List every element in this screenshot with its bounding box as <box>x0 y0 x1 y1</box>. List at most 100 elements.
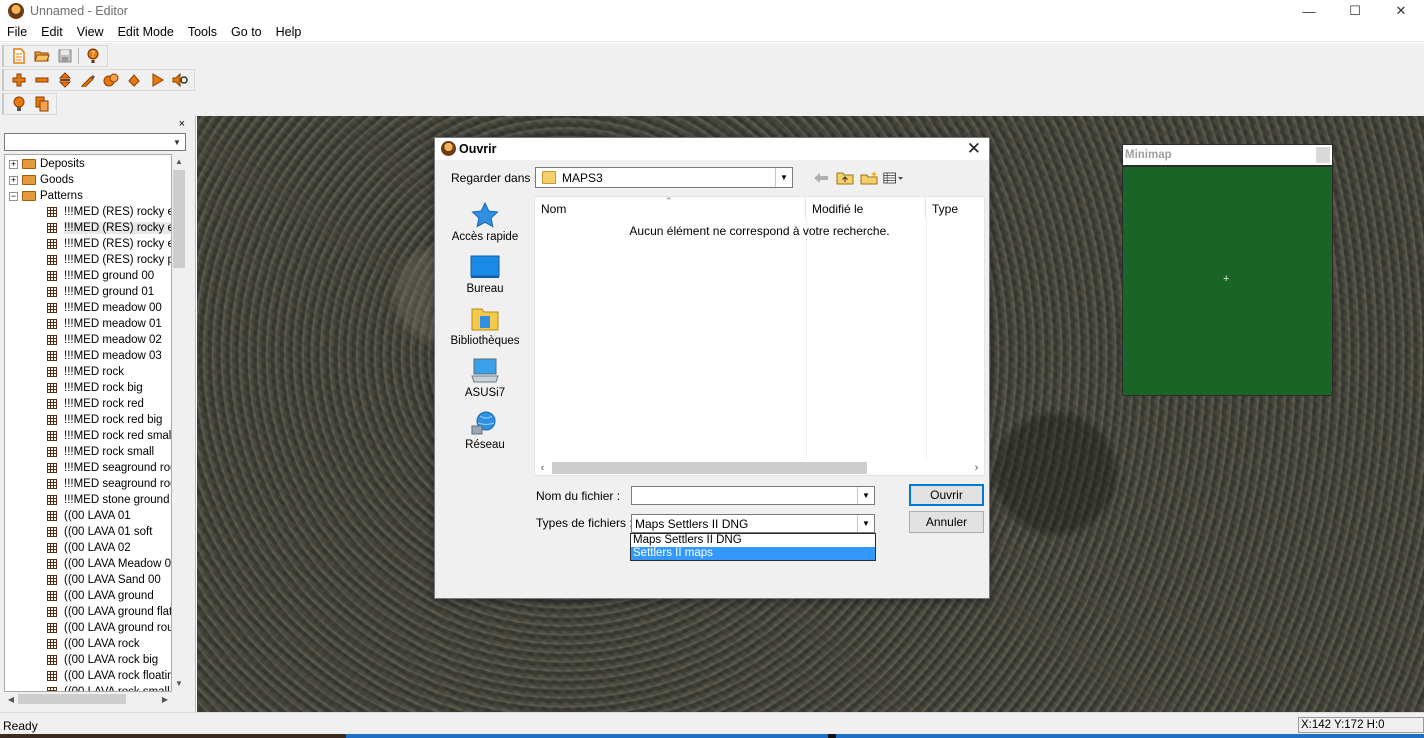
chevron-down-icon[interactable]: ▼ <box>857 487 874 504</box>
tree-item[interactable]: !!!MED (RES) rocky pla <box>5 252 171 268</box>
tree-item[interactable]: !!!MED ground 01 <box>5 284 154 300</box>
raise-button[interactable] <box>7 70 30 90</box>
new-file-button[interactable] <box>7 46 30 66</box>
fill-button[interactable] <box>122 70 145 90</box>
tree-vertical-scrollbar[interactable]: ▲ ▼ <box>172 154 186 692</box>
tree-item[interactable]: ((00 LAVA ground flat <box>5 604 171 620</box>
scroll-thumb[interactable] <box>552 462 867 474</box>
chevron-down-icon[interactable]: ▼ <box>857 515 874 532</box>
column-modified[interactable]: Modifié le <box>806 197 926 219</box>
paint-button[interactable] <box>76 70 99 90</box>
file-list-horizontal-scrollbar[interactable]: ‹ › <box>535 460 984 475</box>
minimap-window[interactable]: Minimap + <box>1122 144 1333 396</box>
maximize-button[interactable]: ☐ <box>1332 0 1378 22</box>
tree-item[interactable]: !!!MED seaground roc <box>5 460 171 476</box>
tree-item[interactable]: !!!MED meadow 03 <box>5 348 162 364</box>
tree-item[interactable]: ((00 LAVA rock floatin <box>5 668 171 684</box>
expand-icon[interactable]: + <box>9 175 18 185</box>
tree-item[interactable]: !!!MED stone ground <box>5 492 169 508</box>
light-button[interactable] <box>7 94 30 114</box>
scroll-left-icon[interactable]: ◀ <box>4 692 18 706</box>
tree-item[interactable]: !!!MED meadow 00 <box>5 300 162 316</box>
back-arrow-icon[interactable] <box>811 169 831 186</box>
scroll-right-icon[interactable]: › <box>969 460 984 475</box>
file-list[interactable]: Nom ⌃ Modifié le Type Aucun élément ne c… <box>534 196 985 476</box>
filename-input[interactable]: ▼ <box>631 486 875 505</box>
help-button[interactable]: ? <box>81 46 104 66</box>
tree-item[interactable]: ((00 LAVA rock <box>5 636 140 652</box>
lower-button[interactable] <box>30 70 53 90</box>
scroll-left-icon[interactable]: ‹ <box>535 460 550 475</box>
tree-item[interactable]: ((00 LAVA rock small <box>5 684 170 691</box>
play-button[interactable] <box>145 70 168 90</box>
tree-item[interactable]: ((00 LAVA 01 soft <box>5 524 152 540</box>
scroll-up-icon[interactable]: ▲ <box>172 154 186 168</box>
up-folder-icon[interactable] <box>835 169 855 186</box>
expand-icon[interactable]: + <box>9 159 18 169</box>
tree-item[interactable]: ((00 LAVA ground <box>5 588 154 604</box>
tree-item[interactable]: !!!MED rock small <box>5 444 154 460</box>
open-button[interactable]: Ouvrir <box>909 484 984 506</box>
tree-item[interactable]: !!!MED (RES) rocky ea <box>5 204 171 220</box>
menu-view[interactable]: View <box>70 25 111 39</box>
tree-item[interactable]: + Deposits <box>5 156 85 172</box>
place-desktop[interactable]: Bureau <box>441 252 529 302</box>
view-menu-icon[interactable] <box>883 169 903 186</box>
tree-item[interactable]: ((00 LAVA Sand 00 <box>5 572 161 588</box>
menu-edit-mode[interactable]: Edit Mode <box>111 25 181 39</box>
filetype-option[interactable]: Maps Settlers II DNG <box>631 534 875 547</box>
scroll-down-icon[interactable]: ▼ <box>172 676 186 690</box>
objects-button[interactable] <box>99 70 122 90</box>
look-in-combo[interactable]: MAPS3 ▼ <box>535 167 793 188</box>
place-libraries[interactable]: Bibliothèques <box>441 304 529 354</box>
tree-item[interactable]: !!!MED (RES) rocky ea <box>5 220 171 236</box>
scroll-thumb[interactable] <box>173 170 185 268</box>
scroll-right-icon[interactable]: ▶ <box>158 692 172 706</box>
menu-help[interactable]: Help <box>269 25 309 39</box>
sound-button[interactable] <box>168 70 191 90</box>
column-name[interactable]: Nom ⌃ <box>535 196 806 219</box>
tree-item[interactable]: !!!MED rock big <box>5 380 143 396</box>
cancel-button[interactable]: Annuler <box>909 511 984 533</box>
close-button[interactable]: ✕ <box>1378 0 1424 22</box>
copy-button[interactable] <box>30 94 53 114</box>
open-file-button[interactable] <box>30 46 53 66</box>
tree-item[interactable]: !!!MED rock red <box>5 396 144 412</box>
new-folder-icon[interactable] <box>859 169 879 186</box>
tree-item[interactable]: !!!MED meadow 01 <box>5 316 162 332</box>
minimize-button[interactable]: — <box>1286 0 1332 22</box>
scroll-thumb[interactable] <box>18 694 126 704</box>
tree-item[interactable]: ((00 LAVA 02 <box>5 540 131 556</box>
place-quick-access[interactable]: Accès rapide <box>441 200 529 250</box>
pattern-tree[interactable]: + Deposits + Goods − Patterns !!!MED (RES) roc… <box>4 154 172 692</box>
collapse-icon[interactable]: − <box>9 191 18 201</box>
tree-item[interactable]: !!!MED rock <box>5 364 124 380</box>
tree-item[interactable]: !!!MED seaground roc <box>5 476 171 492</box>
tree-horizontal-scrollbar[interactable]: ◀ ▶ <box>4 692 172 706</box>
tree-item[interactable]: ((00 LAVA 01 <box>5 508 131 524</box>
chevron-down-icon[interactable]: ▼ <box>775 168 792 187</box>
tree-item[interactable]: ((00 LAVA Meadow 00 <box>5 556 171 572</box>
panel-filter-combo[interactable]: ▼ <box>4 133 186 151</box>
tree-item[interactable]: !!!MED rock red big <box>5 412 162 428</box>
tree-item[interactable]: !!!MED rock red small <box>5 428 171 444</box>
height-button[interactable] <box>53 70 76 90</box>
tree-item[interactable]: !!!MED ground 00 <box>5 268 154 284</box>
menu-go-to[interactable]: Go to <box>224 25 269 39</box>
minimap-close-button[interactable] <box>1316 147 1330 163</box>
panel-close-button[interactable]: × <box>179 118 185 130</box>
tree-item[interactable]: !!!MED meadow 02 <box>5 332 162 348</box>
minimap-header[interactable]: Minimap <box>1123 145 1332 167</box>
tree-item[interactable]: !!!MED (RES) rocky ea <box>5 236 171 252</box>
filetype-option[interactable]: Settlers II maps <box>631 547 875 560</box>
place-computer[interactable]: ASUSi7 <box>441 356 529 406</box>
menu-tools[interactable]: Tools <box>181 25 224 39</box>
filetype-select[interactable]: Maps Settlers II DNG ▼ <box>631 514 875 533</box>
tree-item[interactable]: ((00 LAVA ground rou <box>5 620 171 636</box>
tree-item[interactable]: + Goods <box>5 172 74 188</box>
column-type[interactable]: Type <box>926 197 984 219</box>
menu-edit[interactable]: Edit <box>34 25 70 39</box>
tree-item[interactable]: − Patterns <box>5 188 83 204</box>
chevron-down-icon[interactable]: ▼ <box>169 134 185 150</box>
menu-file[interactable]: File <box>0 25 34 39</box>
